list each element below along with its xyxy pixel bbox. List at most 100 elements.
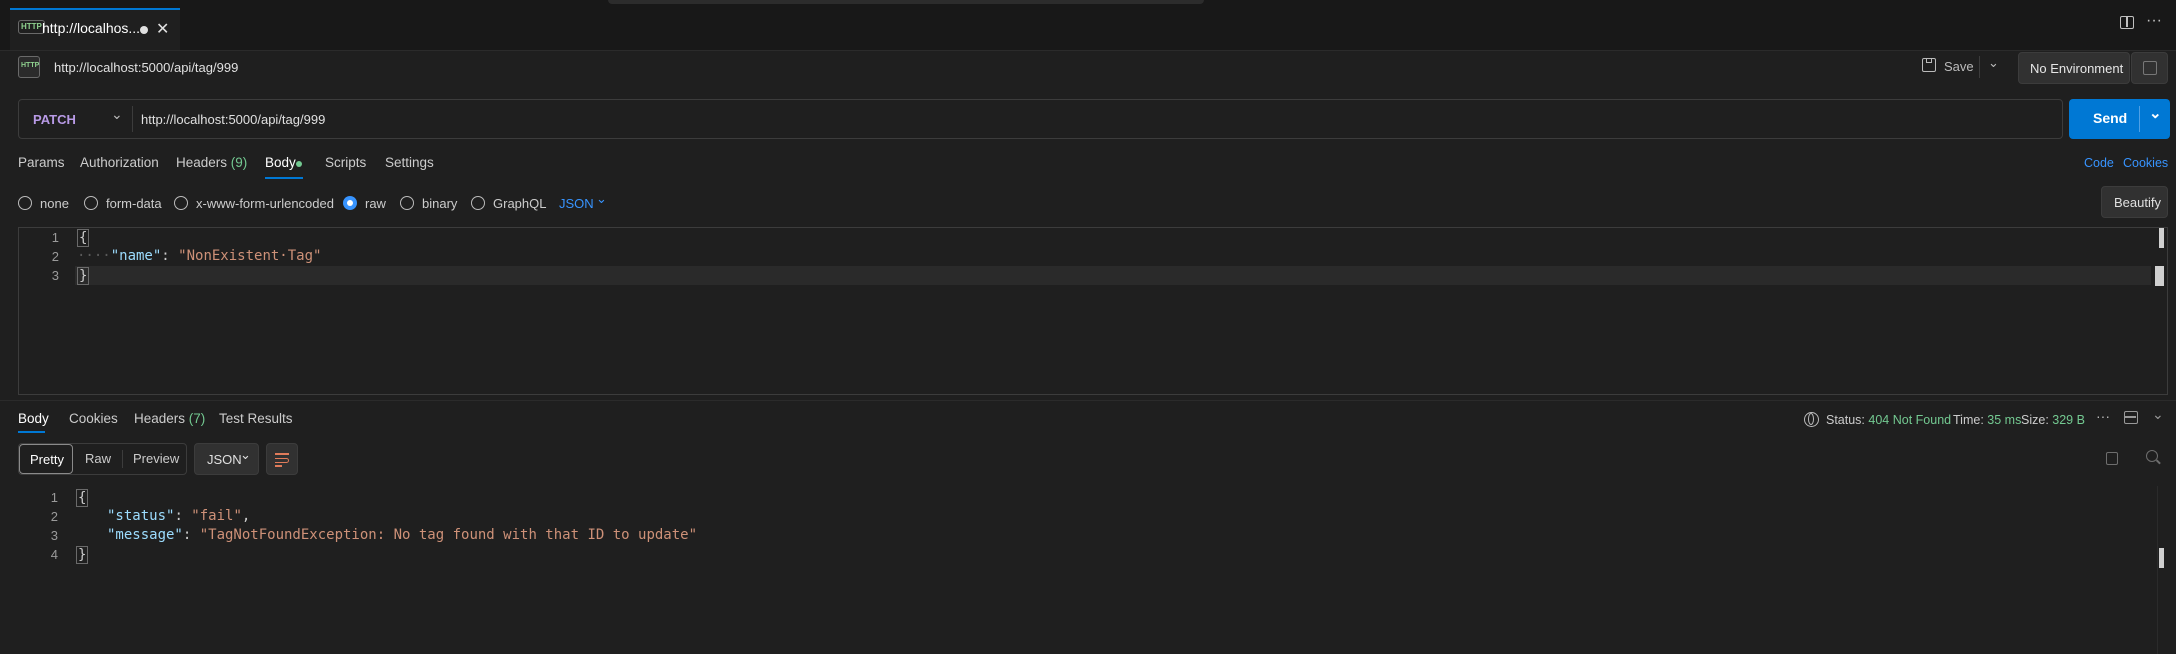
environment-label: No Environment [2030,61,2124,76]
search-icon[interactable] [2146,450,2161,465]
view-raw-button[interactable]: Raw [85,451,111,466]
json-key: "message" [107,527,183,543]
time-value: 35 ms [1987,413,2022,427]
tab-headers[interactable]: Headers (9) [176,155,247,170]
active-tab-underline [18,431,45,433]
status-value: 404 Not Found [1868,413,1952,427]
code-line-2: ····"name": "NonExistent·Tag" [77,248,321,264]
tab-body[interactable]: Body [265,155,296,170]
response-tab-test-results[interactable]: Test Results [219,411,293,426]
radio-urlencoded[interactable] [174,196,188,210]
current-line-highlight [75,266,2151,285]
copy-icon[interactable] [2106,452,2118,465]
code-line-2: "status": "fail", [107,508,250,524]
radio-binary-label: binary [422,196,458,211]
tab-scripts[interactable]: Scripts [325,155,366,170]
title-bar-search-hint [608,0,1204,4]
method-selector[interactable]: PATCH [33,112,76,127]
method-chevron-icon[interactable]: ⌄ [111,106,123,123]
more-actions-icon[interactable]: ··· [2146,12,2162,30]
response-more-icon[interactable]: ··· [2096,408,2110,424]
request-tab-title: http://localhos... [42,20,141,36]
close-tab-icon[interactable]: ✕ [156,19,169,39]
code-open-brace: { [76,489,89,507]
wrap-lines-icon-part [275,465,282,467]
url-input[interactable]: http://localhost:5000/api/tag/999 [141,112,325,127]
response-format-label: JSON [207,452,242,467]
view-preview-button[interactable]: Preview [133,451,179,466]
tab-params[interactable]: Params [18,155,65,170]
http-request-icon: HTTP [18,56,40,78]
response-headers-count: (7) [188,411,206,426]
radio-none[interactable] [18,196,32,210]
json-colon: : [161,248,179,264]
divider [132,106,133,132]
line-number: 2 [50,509,58,524]
body-indicator-dot [296,161,302,167]
cookies-link[interactable]: Cookies [2123,156,2168,170]
code-link[interactable]: Code [2084,156,2114,170]
split-editor-icon[interactable] [2120,16,2134,29]
divider [1979,56,1980,78]
body-format-chevron-icon[interactable]: ⌄ [596,191,607,207]
json-comma: , [241,508,251,524]
response-body-viewer[interactable]: 1 2 3 4 { "status": "fail", "message": "… [18,486,2168,654]
response-scrollbar[interactable] [2159,548,2164,568]
json-value: "TagNotFoundException: No tag found with… [199,527,698,543]
environment-quick-look-icon [2143,61,2157,75]
unsaved-dot-icon [140,26,148,34]
code-close-brace: } [77,267,90,285]
wrap-lines-icon-part [275,458,289,463]
environment-selector[interactable]: No Environment [2018,52,2130,84]
request-tab[interactable]: HTTP http://localhos... ✕ [10,8,180,50]
line-number: 1 [51,230,59,245]
radio-form-data[interactable] [84,196,98,210]
save-icon[interactable] [1922,58,1936,72]
divider [122,450,123,468]
view-pretty-label: Pretty [30,452,64,467]
line-number: 2 [51,249,59,264]
response-tab-body[interactable]: Body [18,411,49,426]
request-title[interactable]: http://localhost:5000/api/tag/999 [54,60,238,75]
send-options-chevron-icon[interactable]: ⌄ [2149,104,2162,122]
line-number: 3 [51,268,59,283]
body-format-selector[interactable]: JSON [559,196,594,211]
save-options-chevron-icon[interactable]: ⌄ [1988,55,1999,71]
globe-icon[interactable] [1804,412,1819,427]
tab-body-label: Body [265,155,296,170]
indent-guide: ···· [77,248,111,264]
time-label: Time: [1953,413,1984,427]
response-tab-headers-label: Headers [134,411,186,426]
view-pretty-button[interactable]: Pretty [19,444,73,474]
size-indicator: Size: 329 B [2021,413,2085,427]
radio-binary[interactable] [400,196,414,210]
json-colon: : [182,527,200,543]
tab-settings[interactable]: Settings [385,155,434,170]
radio-form-data-label: form-data [106,196,162,211]
send-button[interactable]: Send ⌄ [2069,99,2170,139]
beautify-label: Beautify [2114,195,2161,210]
line-number: 3 [50,528,58,543]
radio-raw[interactable] [343,196,357,210]
tab-authorization[interactable]: Authorization [80,155,159,170]
response-tab-headers[interactable]: Headers (7) [134,411,205,426]
json-colon: : [174,508,192,524]
json-key: "name" [110,248,162,264]
size-label: Size: [2021,413,2049,427]
request-body-editor[interactable]: 1 2 3 { ····"name": "NonExistent·Tag" } [18,227,2168,395]
status-indicator: Status: 404 Not Found [1826,413,1951,427]
json-value: "fail" [191,508,242,524]
beautify-button[interactable]: Beautify [2101,186,2168,218]
pane-divider[interactable] [0,400,2176,401]
radio-graphql[interactable] [471,196,485,210]
response-format-selector[interactable]: JSON ⌄ [194,443,259,475]
code-line-3: "message": "TagNotFoundException: No tag… [107,527,697,543]
radio-graphql-label: GraphQL [493,196,547,211]
editor-scrollbar[interactable] [2159,228,2164,248]
layout-toggle-icon[interactable] [2124,411,2138,424]
collapse-response-chevron-icon[interactable]: ⌄ [2152,406,2164,423]
save-button[interactable]: Save [1944,59,1974,74]
response-tab-cookies[interactable]: Cookies [69,411,118,426]
environment-quick-look-button[interactable] [2131,52,2168,84]
wrap-lines-button[interactable] [266,443,298,475]
